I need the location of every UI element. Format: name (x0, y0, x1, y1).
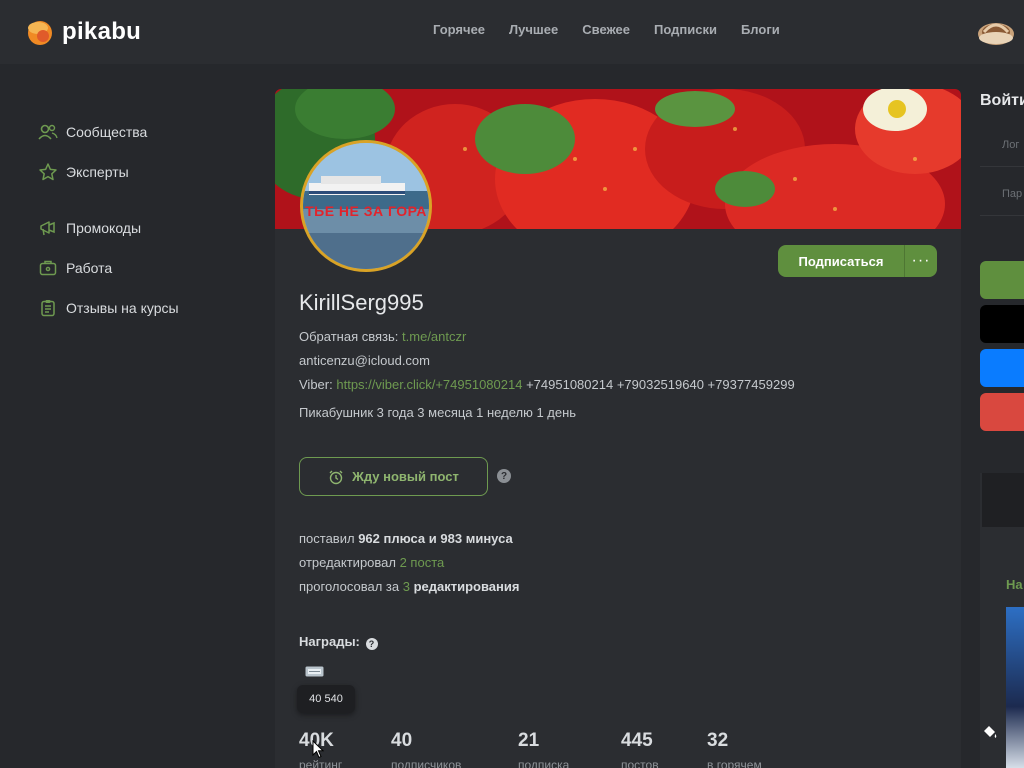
sidebar-item-experts[interactable]: Эксперты (38, 152, 258, 192)
alarm-clock-icon (329, 470, 343, 484)
votes-text-end: минуса (462, 531, 513, 546)
promo-header (982, 473, 1024, 527)
edit-votes-text-end: редактирования (409, 579, 520, 594)
apple-login-button[interactable] (980, 305, 1024, 343)
stat-hot[interactable]: 32 в горячем (707, 730, 762, 768)
votes-summary: поставил 962 плюса и 983 минуса (299, 531, 513, 546)
stat-value: 445 (621, 730, 653, 751)
login-submit-button[interactable] (980, 261, 1024, 299)
subscribe-button-group: Подписаться ··· (778, 245, 937, 277)
feedback-line: Обратная связь: t.me/antczr (299, 329, 466, 344)
more-options-button[interactable]: ··· (904, 245, 937, 277)
subscribe-button[interactable]: Подписаться (778, 254, 904, 269)
help-icon[interactable]: ? (497, 469, 511, 483)
edit-votes-text: проголосовал за (299, 579, 403, 594)
pluses-count: 962 (358, 531, 380, 546)
megaphone-icon (40, 221, 55, 236)
sidebar-separator (38, 192, 258, 208)
edit-votes-summary: проголосовал за 3 редактирования (299, 579, 519, 594)
viber-phones: +74951080214 +79032519640 +79377459299 (522, 377, 795, 392)
edits-link[interactable]: 2 поста (400, 555, 445, 570)
stat-value: 21 (518, 730, 540, 751)
sidebar-item-communities[interactable]: Сообщества (38, 112, 258, 152)
login-input[interactable]: Лог (980, 127, 1024, 167)
award-badge-icon[interactable] (305, 665, 324, 678)
feedback-link[interactable]: t.me/antczr (402, 329, 466, 344)
email-line: anticenzu@icloud.com (299, 353, 430, 368)
left-sidebar: Сообщества Эксперты Промокоды Работа Отз… (38, 112, 258, 328)
sidebar-item-course-reviews[interactable]: Отзывы на курсы (38, 288, 258, 328)
user-avatar-icon[interactable] (976, 14, 1016, 48)
profile-username: KirillSerg995 (299, 290, 424, 315)
viber-line: Viber: https://viber.click/+74951080214 … (299, 377, 795, 392)
avatar-caption: ТЬЕ НЕ ЗА ГОРА (305, 203, 427, 219)
stat-label: постов (621, 758, 659, 768)
sidebar-item-label: Промокоды (66, 220, 142, 236)
paint-bucket-icon[interactable] (981, 723, 999, 741)
stat-value: 32 (707, 730, 729, 751)
nav-subscriptions[interactable]: Подписки (654, 22, 717, 37)
awards-label: Награды: (299, 634, 360, 649)
viber-link[interactable]: https://viber.click/+74951080214 (336, 377, 522, 392)
stat-subscriptions[interactable]: 21 подписка (518, 730, 569, 768)
sidebar-item-label: Эксперты (66, 164, 129, 180)
star-icon (39, 163, 57, 181)
nav-hot[interactable]: Горячее (433, 22, 485, 37)
stat-label: подписчиков (391, 758, 462, 768)
briefcase-icon (39, 260, 57, 276)
password-input[interactable]: Пар (980, 176, 1024, 216)
login-title: Войти (980, 92, 1024, 109)
password-placeholder: Пар (1002, 188, 1023, 200)
edits-text: отредактировал (299, 555, 400, 570)
award-tooltip: 40 540 (297, 685, 355, 713)
nav-fresh[interactable]: Свежее (582, 22, 630, 37)
sidebar-item-label: Работа (66, 260, 113, 276)
nav-best[interactable]: Лучшее (509, 22, 558, 37)
mouse-cursor-icon (312, 740, 325, 759)
stat-label: в горячем (707, 758, 762, 768)
logo-text: pikabu (62, 18, 142, 45)
awards-help-icon[interactable]: ? (365, 638, 378, 650)
promo-image[interactable] (1006, 607, 1024, 768)
feedback-label: Обратная связь: (299, 329, 399, 344)
pikabu-logo[interactable]: pikabu (26, 16, 141, 48)
login-placeholder: Лог (1002, 139, 1020, 151)
awards-heading: Награды: ? (299, 634, 378, 650)
wait-new-post-button[interactable]: Жду новый пост (299, 457, 488, 496)
sidebar-item-label: Сообщества (66, 124, 148, 140)
wait-button-label: Жду новый пост (352, 469, 459, 484)
people-icon (38, 124, 58, 140)
sidebar-item-label: Отзывы на курсы (66, 300, 179, 316)
vk-login-button[interactable] (980, 349, 1024, 387)
edits-summary: отредактировал 2 поста (299, 555, 444, 570)
profile-avatar[interactable]: ТЬЕ НЕ ЗА ГОРА (300, 140, 432, 272)
clipboard-icon (41, 300, 55, 317)
votes-text: поставил (299, 531, 359, 546)
sidebar-item-jobs[interactable]: Работа (38, 248, 258, 288)
top-header: pikabu Горячее Лучшее Свежее Подписки Бл… (0, 0, 1024, 64)
sidebar-item-promocodes[interactable]: Промокоды (38, 208, 258, 248)
pikabu-logo-icon (28, 21, 52, 45)
google-login-button[interactable] (980, 393, 1024, 431)
promo-title[interactable]: На (1006, 577, 1023, 592)
stat-posts[interactable]: 445 постов (621, 730, 659, 768)
viber-label: Viber: (299, 377, 333, 392)
stat-label: подписка (518, 758, 570, 768)
votes-text-mid: плюса и (379, 531, 441, 546)
nav-blogs[interactable]: Блоги (741, 22, 780, 37)
stat-value: 40 (391, 730, 413, 751)
minuses-count: 983 (440, 531, 463, 546)
profile-tenure: Пикабушник 3 года 3 месяца 1 неделю 1 де… (299, 405, 577, 420)
stat-subscribers[interactable]: 40 подписчиков (391, 730, 461, 768)
main-nav: Горячее Лучшее Свежее Подписки Блоги (433, 22, 780, 37)
edit-votes-count: 3 (402, 579, 410, 594)
